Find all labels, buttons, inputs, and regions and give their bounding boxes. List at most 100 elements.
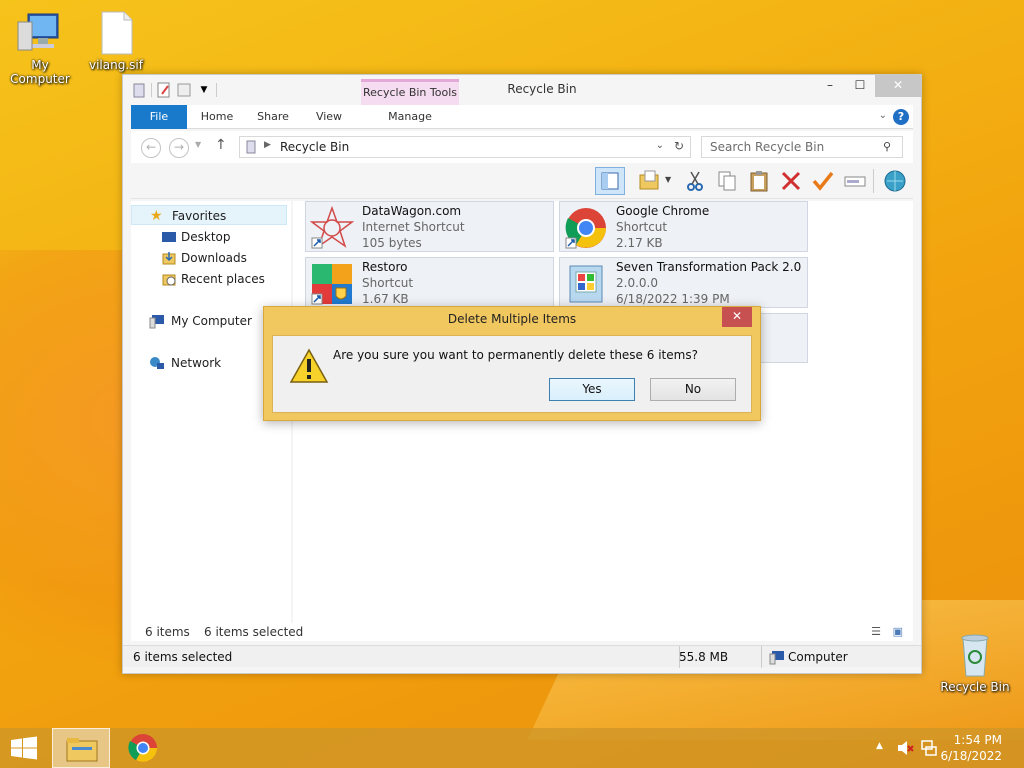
item-detail: 2.17 KB (616, 236, 663, 250)
desktop-icon-label: Recycle Bin (940, 680, 1010, 694)
list-item[interactable]: Google Chrome Shortcut 2.17 KB (559, 201, 808, 252)
delete-icon[interactable] (779, 169, 803, 193)
sidebar-item-label: Network (171, 356, 222, 370)
yes-button[interactable]: Yes (549, 378, 635, 401)
preview-pane-button[interactable] (595, 167, 625, 195)
paste-icon[interactable] (747, 169, 771, 193)
minimize-button[interactable]: – (815, 75, 845, 97)
tab-view[interactable]: View (305, 105, 353, 129)
installer-icon (564, 262, 608, 306)
clock-time: 1:54 PM (953, 733, 1002, 747)
list-item[interactable]: DataWagon.com Internet Shortcut 105 byte… (305, 201, 554, 252)
recent-locations-icon[interactable]: ▼ (195, 140, 201, 149)
delete-confirmation-dialog: Delete Multiple Items ✕ Are you sure you… (263, 306, 761, 421)
sidebar-item-favorites[interactable]: ★ Favorites (131, 205, 287, 225)
item-name: DataWagon.com (362, 204, 462, 218)
globe-icon[interactable] (883, 169, 907, 193)
recycle-bin-icon (951, 632, 999, 678)
list-item[interactable]: Restoro Shortcut 1.67 KB (305, 257, 554, 308)
ribbon-expand-icon[interactable]: ⌄ (879, 110, 887, 121)
taskbar-file-explorer[interactable] (52, 728, 110, 768)
volume-muted-icon[interactable] (896, 739, 914, 757)
help-icon[interactable]: ? (893, 109, 909, 125)
taskbar: ▲ 1:54 PM 6/18/2022 (0, 728, 1024, 768)
navigation-pane: ★ Favorites Desktop Downloads Recent pla… (131, 201, 291, 641)
sidebar-item-recent-places[interactable]: Recent places (131, 269, 287, 289)
dialog-body: Are you sure you want to permanently del… (272, 335, 752, 413)
command-toolbar: ▼ (131, 163, 913, 199)
status-bar: 6 items 6 items selected ☰ ▣ (131, 623, 913, 641)
item-type: Shortcut (362, 276, 414, 290)
desktop-icon-recycle-bin[interactable]: Recycle Bin (935, 632, 1015, 694)
address-field[interactable]: ▶ Recycle Bin ⌄ ↻ (239, 136, 691, 158)
desktop-icon-my-computer[interactable]: My Computer (0, 10, 80, 86)
close-button[interactable]: ✕ (875, 75, 921, 97)
address-text: Recycle Bin (280, 140, 350, 154)
recycle-bin-small-icon (244, 140, 258, 154)
search-input[interactable]: Search Recycle Bin (701, 136, 903, 158)
file-list: DataWagon.com Internet Shortcut 105 byte… (293, 201, 913, 641)
start-button[interactable] (0, 728, 48, 768)
file-icon (92, 10, 140, 56)
file-explorer-icon (66, 735, 98, 766)
selection-size: 55.8 MB (679, 650, 729, 664)
address-bar-row: ← → ▼ ↑ ▶ Recycle Bin ⌄ ↻ Search Recycle… (131, 131, 913, 163)
show-hidden-icons-icon[interactable]: ▲ (876, 741, 883, 751)
details-view-icon[interactable]: ☰ (871, 625, 881, 638)
computer-icon (16, 10, 64, 56)
search-icon[interactable]: ⚲ (883, 140, 891, 153)
folder-options-icon[interactable] (637, 169, 661, 193)
refresh-icon[interactable]: ↻ (674, 139, 684, 153)
back-button[interactable]: ← (141, 138, 161, 158)
desktop-icon-vilang-sif[interactable]: vilang.sif (76, 10, 156, 72)
copy-icon[interactable] (715, 169, 739, 193)
rename-icon[interactable] (843, 169, 867, 193)
no-button[interactable]: No (650, 378, 736, 401)
sidebar-item-downloads[interactable]: Downloads (131, 248, 287, 268)
tab-manage[interactable]: Manage (361, 105, 459, 129)
dialog-close-button[interactable]: ✕ (722, 307, 752, 327)
item-detail: 6/18/2022 1:39 PM (616, 292, 730, 306)
tab-share[interactable]: Share (249, 105, 297, 129)
desktop-icon-label: vilang.sif (89, 58, 143, 72)
chrome-icon (564, 206, 608, 250)
sidebar-item-desktop[interactable]: Desktop (131, 227, 287, 247)
computer-icon (769, 649, 785, 665)
downloads-icon (161, 250, 177, 266)
network-icon (149, 355, 165, 371)
sidebar-item-label: Downloads (181, 251, 247, 265)
tab-home[interactable]: Home (193, 105, 241, 129)
sidebar-item-label: My Computer (171, 314, 252, 328)
window-title: Recycle Bin (507, 82, 577, 96)
network-tray-icon[interactable] (920, 739, 938, 757)
recent-places-icon (161, 271, 177, 287)
maximize-button[interactable]: ☐ (845, 75, 875, 97)
clock-date: 6/18/2022 (940, 749, 1002, 763)
sidebar-item-label: Recent places (181, 272, 265, 286)
checkmark-icon[interactable] (811, 169, 835, 193)
desktop-icon-label: My Computer (10, 58, 70, 86)
list-item[interactable]: Seven Transformation Pack 2.0 2.0.0.0 6/… (559, 257, 808, 308)
tiles-view-icon[interactable]: ▣ (893, 625, 903, 638)
dialog-message: Are you sure you want to permanently del… (333, 348, 698, 362)
computer-icon (149, 313, 165, 329)
ribbon-tabs: File Home Share View Manage ⌄ ? (131, 105, 913, 129)
item-detail: 105 bytes (362, 236, 422, 250)
chevron-down-icon[interactable]: ⌄ (656, 140, 664, 151)
cut-icon[interactable] (683, 169, 707, 193)
item-name: Google Chrome (616, 204, 710, 218)
sidebar-item-label: Favorites (172, 209, 227, 223)
tab-file[interactable]: File (131, 105, 187, 129)
separator (873, 169, 874, 193)
item-name: Seven Transformation Pack 2.0 (616, 260, 802, 274)
up-button[interactable]: ↑ (215, 137, 227, 153)
clock[interactable]: 1:54 PM 6/18/2022 (940, 732, 1002, 764)
forward-button[interactable]: → (169, 138, 189, 158)
location-text: Computer (788, 650, 848, 664)
restoro-icon (310, 262, 354, 306)
bottom-selected: 6 items selected (133, 650, 233, 664)
chevron-down-icon[interactable]: ▼ (665, 175, 671, 184)
title-bar: ▼ Recycle Bin Tools Recycle Bin – ☐ ✕ (123, 75, 921, 105)
taskbar-chrome[interactable] (114, 728, 172, 768)
item-detail: 1.67 KB (362, 292, 409, 306)
